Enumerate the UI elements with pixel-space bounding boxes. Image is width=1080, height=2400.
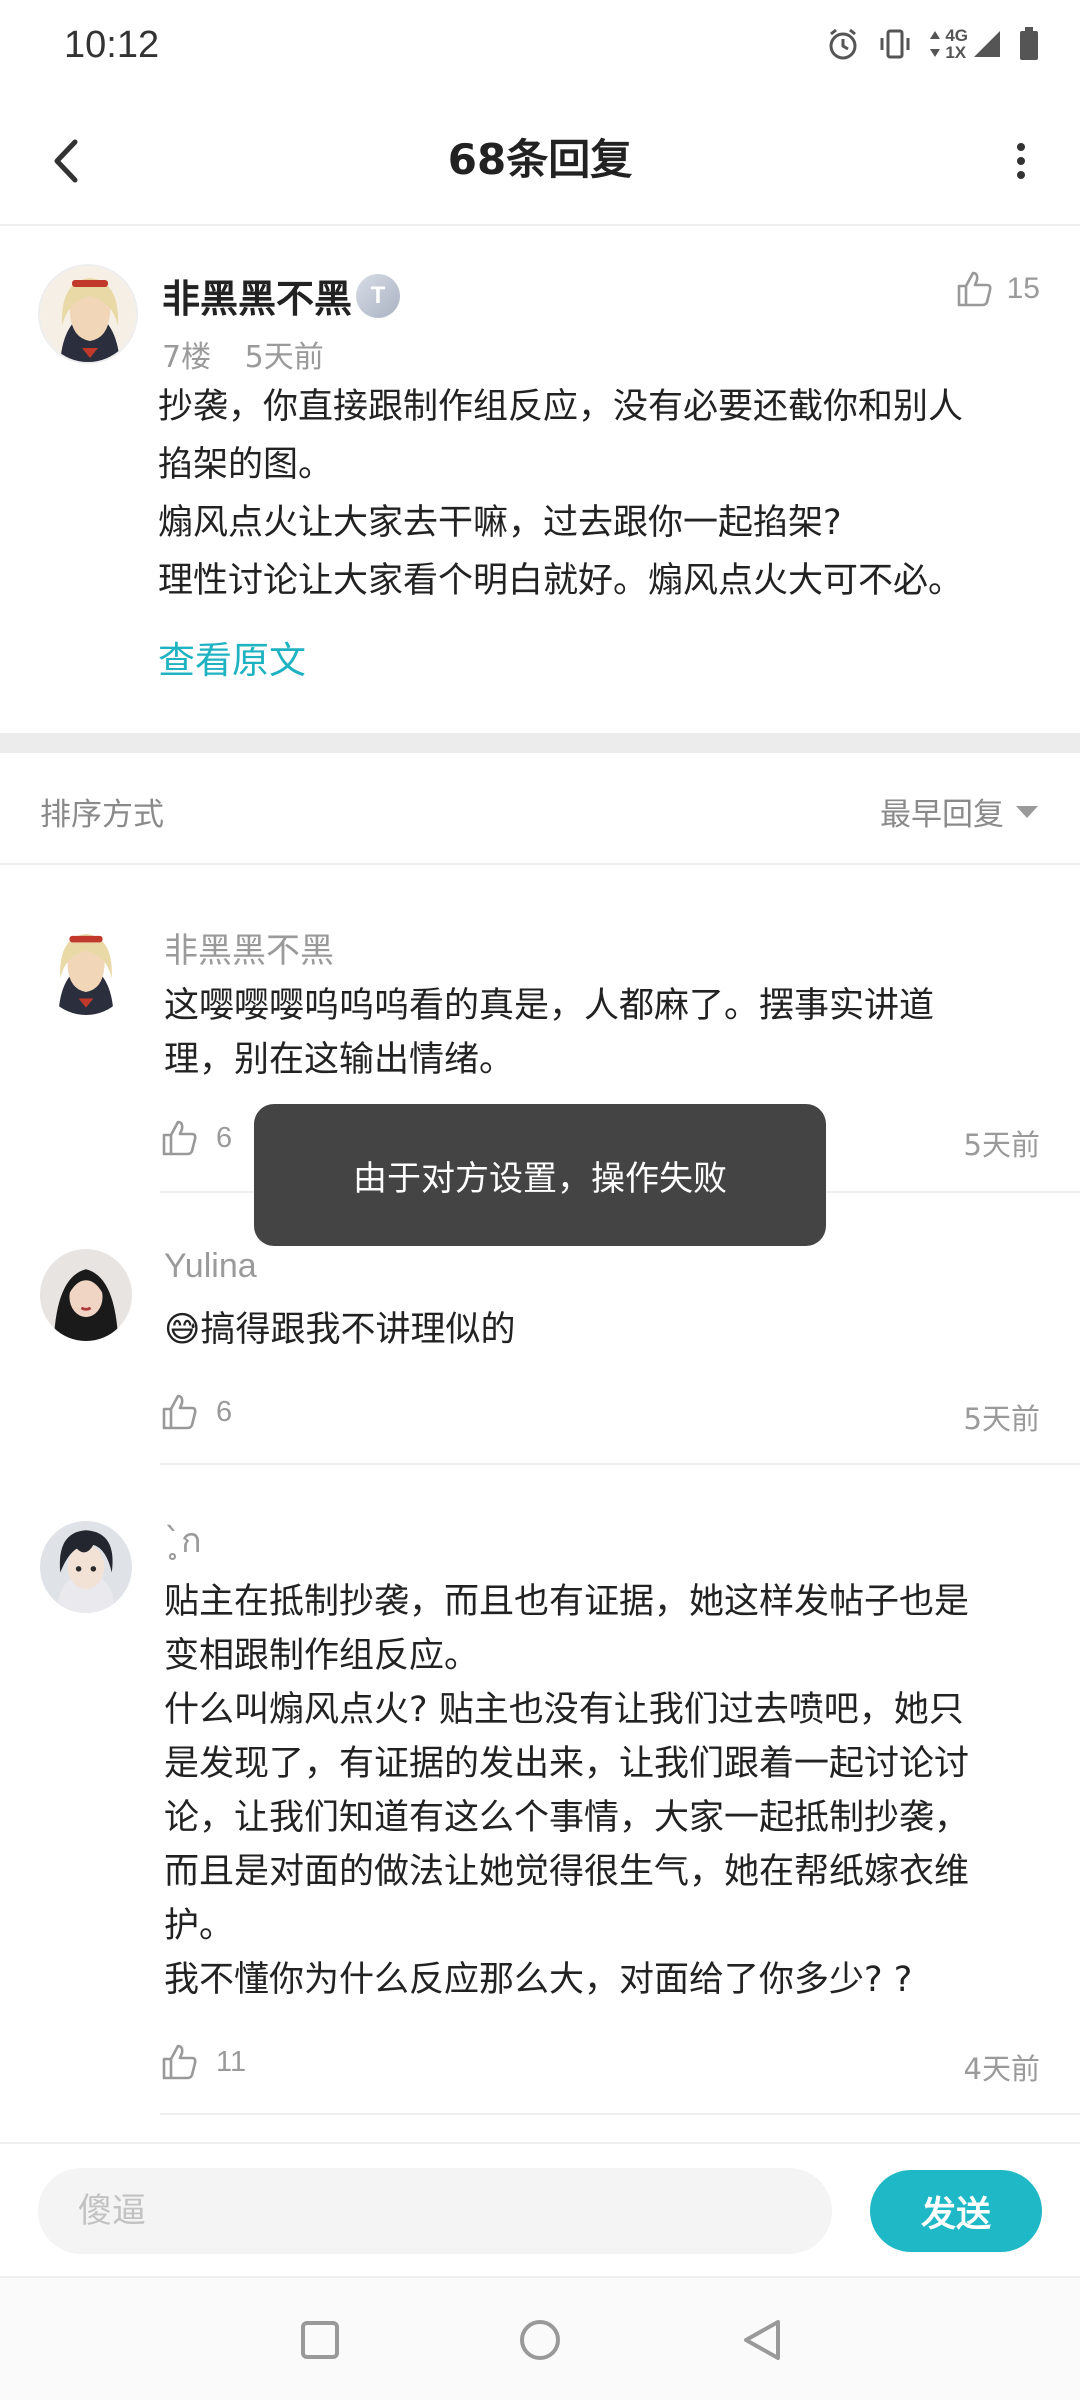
reply-text: 贴主在抵制抄袭，而且也有证据，她这样发帖子也是 变相跟制作组反应。 什么叫煽风点… <box>164 1575 1044 2007</box>
level-badge: T <box>356 274 400 318</box>
post-like-button[interactable]: 15 <box>955 270 1040 308</box>
reply-input[interactable] <box>38 2168 832 2254</box>
view-original-link[interactable]: 查看原文 <box>158 630 306 684</box>
reply-text-line: 😅搞得跟我不讲理似的 <box>164 1310 516 1350</box>
anime-girl-avatar-icon <box>40 266 136 362</box>
reply-item: ˋ̥ก 贴主在抵制抄袭，而且也有证据，她这样发帖子也是 变相跟制作组反应。 什么… <box>0 1465 1080 2115</box>
sort-value: 最早回复 <box>880 797 1004 833</box>
reply-like-count: 6 <box>216 1121 233 1154</box>
status-time: 10:12 <box>64 24 160 66</box>
post-content-line: 煽风点火让大家去干嘛，过去跟你一起掐架? <box>158 503 842 543</box>
avatar[interactable] <box>38 264 138 364</box>
alarm-icon <box>829 28 857 60</box>
reply-text-line: 这嘤嘤嘤呜呜呜看的真是，人都麻了。摆事实讲道 <box>164 986 935 1026</box>
reply-like-button[interactable]: 6 <box>160 1119 232 1157</box>
avatar[interactable] <box>40 923 132 1015</box>
system-nav-bar <box>0 2276 1080 2400</box>
girl-portrait-avatar-icon <box>40 1249 132 1341</box>
reply-like-count: 6 <box>216 1395 233 1428</box>
reply-text-line: 变相跟制作组反应。 <box>164 1636 480 1676</box>
status-bar: 10:12 4G 1X <box>0 0 1080 96</box>
post-content-line: 抄袭，你直接跟制作组反应，没有必要还截你和别人 <box>158 387 964 427</box>
sort-label: 排序方式 <box>40 797 164 833</box>
sort-dropdown[interactable]: 最早回复 <box>880 789 1038 834</box>
reply-author-name[interactable]: ˋ̥ก <box>164 1513 202 1567</box>
main-post: 非黑黑不黑 T 7楼 5天前 15 抄袭，你直接跟制作组反应，没有必要还截你和别… <box>0 228 1080 733</box>
reply-text-line: 我不懂你为什么反应那么大，对面给了你多少? ? <box>164 1960 913 2000</box>
post-content-line: 理性讨论让大家看个明白就好。煽风点火大可不必。 <box>158 561 964 601</box>
toast-message: 由于对方设置，操作失败 <box>254 1104 826 1246</box>
thumbs-up-icon <box>162 2044 197 2080</box>
triangle-back-icon <box>744 2320 780 2360</box>
reply-text: 😅搞得跟我不讲理似的 <box>164 1303 1044 1357</box>
thumbs-up-icon <box>162 1394 197 1430</box>
status-icons: 4G 1X <box>825 26 1040 62</box>
reply-time: 5天前 <box>963 1402 1040 1436</box>
reply-divider <box>160 2113 1080 2115</box>
post-like-count: 15 <box>1006 272 1040 305</box>
page-title: 68条回复 <box>447 135 633 184</box>
reply-author-name[interactable]: 非黑黑不黑 <box>164 923 334 972</box>
thumbs-up-icon <box>162 1120 197 1156</box>
reply-like-count: 11 <box>216 2045 247 2078</box>
reply-text: 这嘤嘤嘤呜呜呜看的真是，人都麻了。摆事实讲道 理，别在这输出情绪。 <box>164 979 1044 1087</box>
home-button[interactable] <box>508 2308 572 2372</box>
avatar[interactable] <box>40 1249 132 1341</box>
thumbs-up-icon <box>957 271 992 307</box>
battery-icon <box>1020 27 1038 60</box>
post-content: 抄袭，你直接跟制作组反应，没有必要还截你和别人 掐架的图。 煽风点火让大家去干嘛… <box>158 378 1038 610</box>
network-icon: 4G 1X <box>929 27 1002 61</box>
post-time: 5天前 <box>244 340 324 375</box>
vibrate-icon <box>880 29 910 59</box>
reply-time: 4天前 <box>963 2052 1040 2086</box>
signal-icon <box>974 31 1000 57</box>
section-divider <box>0 733 1080 753</box>
anime-boy-avatar-icon <box>40 1521 132 1613</box>
reply-text-line: 而且是对面的做法让她觉得很生气，她在帮纸嫁衣维 <box>164 1852 970 1892</box>
reply-text-line: 理，别在这输出情绪。 <box>164 1040 515 1080</box>
avatar[interactable] <box>40 1521 132 1613</box>
post-content-line: 掐架的图。 <box>158 445 334 485</box>
network-sub: 1X <box>945 43 967 62</box>
square-icon <box>301 2321 339 2359</box>
reply-like-button[interactable]: 11 <box>160 2043 246 2081</box>
reply-text-line: 论，让我们知道有这么个事情，大家一起抵制抄袭， <box>164 1798 970 1838</box>
sort-row: 排序方式 最早回复 <box>0 753 1080 865</box>
more-options-button[interactable] <box>986 126 1056 196</box>
post-meta: 7楼 5天前 <box>162 332 348 376</box>
post-author-name[interactable]: 非黑黑不黑 <box>162 268 352 323</box>
network-label: 4G <box>945 26 968 45</box>
send-button[interactable]: 发送 <box>870 2170 1042 2252</box>
reply-time: 5天前 <box>963 1128 1040 1162</box>
anime-girl-avatar-icon <box>40 923 132 1015</box>
header: 68条回复 <box>0 96 1080 226</box>
reply-text-line: 什么叫煽风点火? 贴主也没有让我们过去喷吧，她只 <box>164 1690 964 1730</box>
reply-input-bar: 发送 <box>0 2142 1080 2276</box>
reply-text-line: 是发现了，有证据的发出来，让我们跟着一起讨论讨 <box>164 1744 970 1784</box>
caret-down-icon <box>1016 805 1038 818</box>
reply-like-button[interactable]: 6 <box>160 1393 232 1431</box>
reply-text-line: 贴主在抵制抄袭，而且也有证据，她这样发帖子也是 <box>164 1582 970 1622</box>
circle-icon <box>520 2320 560 2360</box>
reply-text-line: 护。 <box>164 1906 235 1946</box>
recents-button[interactable] <box>288 2308 352 2372</box>
back-nav-button[interactable] <box>730 2308 794 2372</box>
reply-author-name[interactable]: Yulina <box>164 1247 257 1286</box>
post-floor: 7楼 <box>162 340 212 375</box>
more-vertical-icon <box>1017 143 1025 179</box>
